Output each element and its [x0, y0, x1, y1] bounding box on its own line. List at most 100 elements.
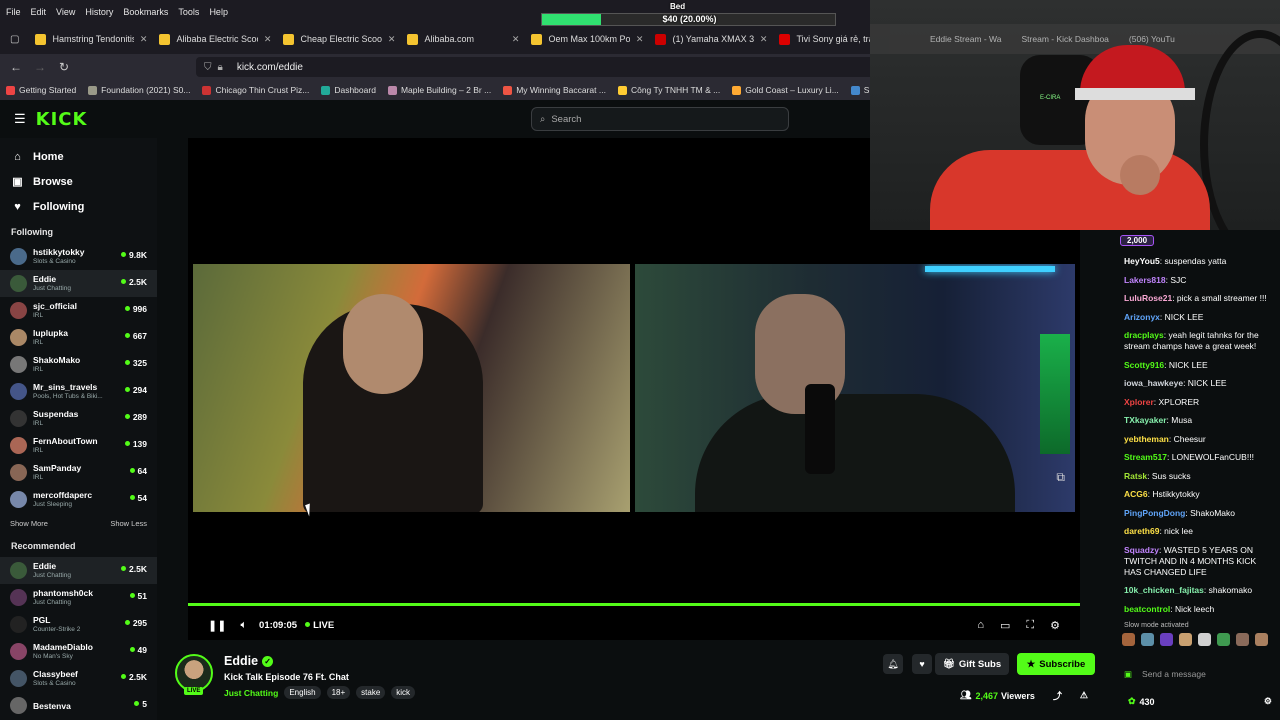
bookmark-item[interactable]: Công Ty TNHH TM & ...	[617, 85, 720, 95]
tab-close-icon[interactable]: ✕	[264, 34, 272, 45]
bookmark-item[interactable]: My Winning Baccarat ...	[503, 85, 606, 95]
tag-chip[interactable]: 18+	[326, 686, 351, 699]
emote-6[interactable]	[1217, 633, 1230, 646]
tag-chip[interactable]: stake	[356, 686, 386, 699]
category-link[interactable]: Just Chatting	[224, 688, 278, 698]
chat-username[interactable]: Stream517	[1124, 452, 1167, 462]
channel-item[interactable]: Eddie Just Chatting 2.5K	[0, 270, 157, 297]
emote-8[interactable]	[1255, 633, 1268, 646]
browser-tab[interactable]: (1) Yamaha XMAX 300 ✕	[649, 26, 773, 52]
channel-item[interactable]: Suspendas IRL 289	[0, 405, 157, 432]
tab-close-icon[interactable]: ✕	[636, 34, 644, 45]
channel-item[interactable]: MadameDiablo No Man's Sky 49	[0, 638, 157, 665]
menu-item-history[interactable]: History	[85, 7, 113, 17]
forward-icon[interactable]: →	[28, 60, 52, 74]
show-more-link[interactable]: Show More	[10, 519, 48, 528]
chat-username[interactable]: Ratsk	[1124, 471, 1147, 481]
tab-list-icon[interactable]: ▢	[10, 34, 19, 45]
nav-item-browse[interactable]: ▣ Browse	[0, 169, 157, 194]
search-input[interactable]: ⌕ Search	[531, 107, 789, 131]
browser-tab[interactable]: Alibaba.com ✕	[401, 26, 525, 52]
chat-username[interactable]: iowa_hawkeye	[1124, 378, 1183, 388]
menu-item-bookmarks[interactable]: Bookmarks	[123, 7, 168, 17]
chat-username[interactable]: PingPongDong	[1124, 508, 1185, 518]
show-less-link[interactable]: Show Less	[110, 519, 147, 528]
gift-subs-button[interactable]: 🎁︎ Gift Subs	[935, 653, 1009, 675]
tab-close-icon[interactable]: ✕	[512, 34, 520, 45]
tab-close-icon[interactable]: ✕	[388, 34, 396, 45]
pause-icon[interactable]: ❚❚	[208, 619, 226, 632]
channel-item[interactable]: PGL Counter-Strike 2 295	[0, 611, 157, 638]
follow-heart-icon[interactable]: ♥	[912, 654, 932, 674]
chat-username[interactable]: Lakers818	[1124, 275, 1166, 285]
chat-username[interactable]: dracplays	[1124, 330, 1164, 340]
chat-username[interactable]: TXkayaker	[1124, 415, 1167, 425]
bookmark-item[interactable]: Maple Building – 2 Br ...	[387, 85, 491, 95]
chat-username[interactable]: Squadzy	[1124, 545, 1159, 555]
emote-2[interactable]	[1141, 633, 1154, 646]
channel-item[interactable]: Classybeef Slots & Casino 2.5K	[0, 665, 157, 692]
kick-logo[interactable]: KICK	[36, 109, 88, 130]
volume-icon[interactable]: 🔈︎	[240, 619, 247, 632]
chat-input[interactable]: ▣ Send a message	[1124, 666, 1274, 682]
channel-item[interactable]: hstikkytokky Slots & Casino 9.8K	[0, 243, 157, 270]
chat-emote-icon[interactable]: ▣	[1124, 669, 1132, 680]
emote-7[interactable]	[1236, 633, 1249, 646]
progress-bar[interactable]	[188, 603, 1080, 606]
subscribe-button[interactable]: ★ Subscribe	[1017, 653, 1095, 675]
chat-settings-icon[interactable]: ⚙	[1264, 696, 1272, 707]
nav-item-home[interactable]: ⌂ Home	[0, 144, 157, 169]
gift-count-badge[interactable]: 2,000	[1120, 234, 1155, 246]
channel-item[interactable]: FernAboutTown IRL 139	[0, 432, 157, 459]
menu-item-edit[interactable]: Edit	[31, 7, 47, 17]
video-frame[interactable]: ⧉	[193, 264, 1075, 512]
chat-username[interactable]: LuluRose21	[1124, 293, 1172, 303]
reload-icon[interactable]: ↻	[52, 60, 76, 74]
emote-5[interactable]	[1198, 633, 1211, 646]
pip-icon[interactable]: ⧉	[1056, 470, 1065, 485]
report-icon[interactable]: ⚠	[1080, 690, 1088, 701]
bookmark-item[interactable]: Gold Coast – Luxury Li...	[732, 85, 839, 95]
menu-item-tools[interactable]: Tools	[178, 7, 199, 17]
theater-icon[interactable]: ▭	[1000, 619, 1010, 632]
tab-close-icon[interactable]: ✕	[760, 34, 768, 45]
fullscreen-icon[interactable]: ⛶	[1026, 619, 1034, 632]
streamer-name[interactable]: Eddie ✓	[224, 654, 274, 668]
back-icon[interactable]: ←	[4, 60, 28, 74]
chat-username[interactable]: ACG6	[1124, 489, 1148, 499]
menu-item-file[interactable]: File	[6, 7, 21, 17]
tag-chip[interactable]: English	[284, 686, 321, 699]
chat-username[interactable]: yebtheman	[1124, 434, 1169, 444]
channel-item[interactable]: Mr_sins_travels Pools, Hot Tubs & Biki...…	[0, 378, 157, 405]
settings-icon[interactable]: ⚙	[1050, 619, 1060, 632]
share-icon[interactable]: ⤴	[1053, 689, 1062, 702]
channel-points[interactable]: 430	[1140, 697, 1155, 707]
chat-username[interactable]: Scotty916	[1124, 360, 1164, 370]
channel-item[interactable]: SamPanday IRL 64	[0, 459, 157, 486]
channel-item[interactable]: ShakoMako IRL 325	[0, 351, 157, 378]
browser-tab[interactable]: Oem Max 100km Powe ✕	[525, 26, 649, 52]
channel-item[interactable]: Bestenva 5	[0, 692, 157, 719]
notification-bell-icon[interactable]: 🔔︎	[883, 654, 903, 674]
channel-item[interactable]: phantomsh0ck Just Chatting 51	[0, 584, 157, 611]
emote-4[interactable]	[1179, 633, 1192, 646]
browser-tab[interactable]: Cheap Electric Scooter ✕	[277, 26, 401, 52]
chat-username[interactable]: beatcontrol	[1124, 604, 1170, 614]
menu-item-help[interactable]: Help	[209, 7, 228, 17]
browser-tab[interactable]: Alibaba Electric Scoote ✕	[153, 26, 277, 52]
channel-item[interactable]: sjc_official IRL 996	[0, 297, 157, 324]
emote-3[interactable]	[1160, 633, 1173, 646]
hamburger-icon[interactable]: ☰	[14, 111, 26, 127]
channel-item[interactable]: Eddie Just Chatting 2.5K	[0, 557, 157, 584]
emote-1[interactable]	[1122, 633, 1135, 646]
nav-item-following[interactable]: ♥ Following	[0, 194, 157, 219]
tag-chip[interactable]: kick	[391, 686, 416, 699]
chat-username[interactable]: 10k_chicken_fajitas	[1124, 585, 1204, 595]
menu-item-view[interactable]: View	[56, 7, 75, 17]
chat-username[interactable]: HeyYou5	[1124, 256, 1160, 266]
browser-tab[interactable]: Hamstring Tendonitis: S ✕	[29, 26, 153, 52]
bookmark-item[interactable]: Dashboard	[321, 85, 376, 95]
bookmark-item[interactable]: Chicago Thin Crust Piz...	[202, 85, 309, 95]
chat-username[interactable]: dareth69	[1124, 526, 1159, 536]
channel-item[interactable]: luplupka IRL 667	[0, 324, 157, 351]
